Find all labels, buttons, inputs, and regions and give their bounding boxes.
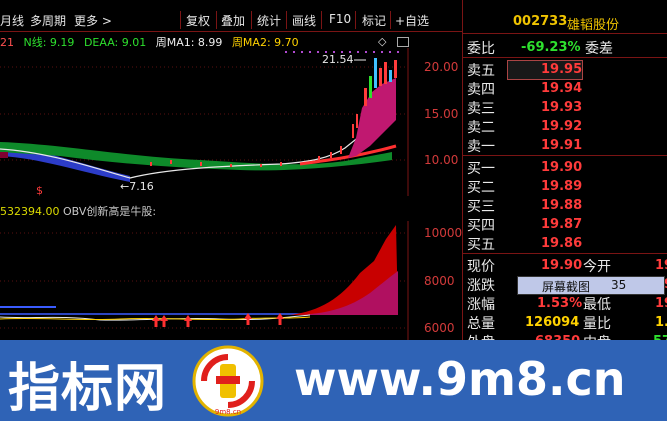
jinkai-label: 今开 [583, 259, 611, 275]
buy5-label: 买五 [467, 237, 495, 253]
buy4-label: 买四 [467, 218, 495, 234]
obv-axis-label: 10000 [424, 226, 462, 240]
signal-marker: $ [36, 184, 43, 196]
low-price-label: ←7.16 [120, 180, 154, 193]
buy3-label: 买三 [467, 199, 495, 215]
popup-number: 35 [611, 278, 627, 292]
obv-text: OBV创新高是牛股: [63, 205, 157, 218]
buy3-price[interactable]: 19.88 [541, 198, 582, 213]
sell4-label: 卖四 [467, 82, 495, 98]
svg-text:9m8.cn: 9m8.cn [215, 408, 241, 416]
watermark-banner: 指标网 9m8.cn www.9m8.cn [0, 340, 667, 421]
buy4-price[interactable]: 19.87 [541, 217, 582, 232]
screenshot-popup[interactable]: 屏幕截图 35 [517, 276, 665, 295]
buy2-price[interactable]: 19.89 [541, 179, 582, 194]
toolbar-divider [321, 11, 322, 29]
sell5-label: 卖五 [467, 63, 495, 79]
price-axis-label: 20.00 [424, 60, 458, 74]
banner-url-text: www.9m8.cn [294, 352, 626, 406]
stock-name: 雄韬股份 [567, 18, 620, 33]
sell1-price[interactable]: 19.91 [541, 138, 582, 153]
sell4-price[interactable]: 19.94 [541, 81, 582, 96]
toolbar-monthly[interactable]: 月线 [0, 12, 24, 29]
liangbi-value: 1. [655, 315, 667, 330]
zuidi-value: 19 [655, 296, 667, 311]
buy5-price[interactable]: 19.86 [541, 236, 582, 251]
window-toggle-icon[interactable] [397, 37, 409, 47]
buy1-label: 买一 [467, 161, 495, 177]
toolbar-stats[interactable]: 统计 [257, 12, 281, 29]
sell3-price[interactable]: 19.93 [541, 100, 582, 115]
zongliang-value: 126094 [525, 315, 580, 330]
stock-code: 002733 [513, 14, 568, 29]
toolbar-divider [355, 11, 356, 29]
divider [463, 155, 667, 156]
divider [463, 57, 667, 58]
webi-label: 委比 [467, 41, 495, 57]
divider [463, 253, 667, 254]
chart-separator [190, 196, 462, 221]
sell3-label: 卖三 [467, 101, 495, 117]
obv-axis-label: 8000 [424, 274, 455, 288]
sell1-label: 卖一 [467, 139, 495, 155]
toolbar-f10[interactable]: F10 [329, 12, 351, 26]
toolbar-divider [286, 11, 287, 29]
buy2-label: 买二 [467, 180, 495, 196]
zhangdie-label: 涨跌 [467, 278, 495, 294]
zongliang-label: 总量 [467, 316, 495, 332]
green-band [0, 142, 392, 171]
toolbar-add-watchlist[interactable]: +自选 [395, 12, 429, 29]
wecha-label: 委差 [585, 41, 613, 57]
zhangfu-value: 1.53% [537, 296, 583, 311]
liangbi-label: 量比 [583, 316, 611, 332]
buy1-price[interactable]: 19.90 [541, 160, 582, 175]
stock-header: 002733 雄韬股份 [463, 10, 667, 33]
obv-value: 532394.00 [0, 205, 60, 218]
sell2-price[interactable]: 19.92 [541, 119, 582, 134]
banner-left-text: 指标网 [8, 359, 168, 419]
sell2-label: 卖二 [467, 120, 495, 136]
price-axis-label: 10.00 [424, 153, 458, 167]
toolbar-more[interactable]: 更多 > [74, 12, 112, 29]
indicator-legend: 21 N线: 9.19 DEAA: 9.01 周MA1: 8.99 周MA2: … [0, 34, 305, 49]
ma-white-line [0, 113, 397, 179]
toolbar-divider [216, 11, 217, 29]
toolbar-multi-period[interactable]: 多周期 [30, 12, 66, 29]
up-arrows [152, 313, 284, 327]
divider [463, 33, 667, 34]
left-edge-mark [0, 152, 8, 158]
zuidi-label: 最低 [583, 297, 611, 313]
price-axis-label: 15.00 [424, 107, 458, 121]
diamond-icon[interactable]: ◇ [378, 35, 386, 48]
zhangfu-label: 涨幅 [467, 297, 495, 313]
high-price-label: 21.54 [322, 53, 354, 66]
toolbar-overlay[interactable]: 叠加 [221, 12, 245, 29]
sell5-price[interactable]: 19.95 [541, 62, 582, 77]
chart-toolbar: 月线 多周期 更多 > 复权 叠加 统计 画线 F10 标记 +自选 [0, 9, 462, 32]
xianjia-label: 现价 [467, 259, 495, 275]
xianjia-value: 19.90 [541, 258, 583, 273]
toolbar-fuquan[interactable]: 复权 [186, 12, 210, 29]
toolbar-mark[interactable]: 标记 [362, 12, 386, 29]
obv-legend: 532394.00 OBV创新高是牛股: [0, 203, 156, 219]
toolbar-divider [390, 11, 391, 29]
jinkai-value: 19 [655, 258, 667, 273]
main-kline-chart[interactable]: 20.00 15.00 10.00 21.54 ←7.16 $ [0, 48, 462, 196]
toolbar-draw[interactable]: 画线 [292, 12, 316, 29]
webi-value: -69.23% [521, 40, 581, 55]
screenshot-button[interactable]: 屏幕截图 [542, 278, 590, 295]
obv-indicator-chart[interactable]: 10000 8000 6000 [0, 221, 462, 341]
obv-axis-label: 6000 [424, 321, 455, 335]
toolbar-divider [180, 11, 181, 29]
toolbar-divider [251, 11, 252, 29]
site-logo-icon: 9m8.cn [192, 345, 264, 417]
